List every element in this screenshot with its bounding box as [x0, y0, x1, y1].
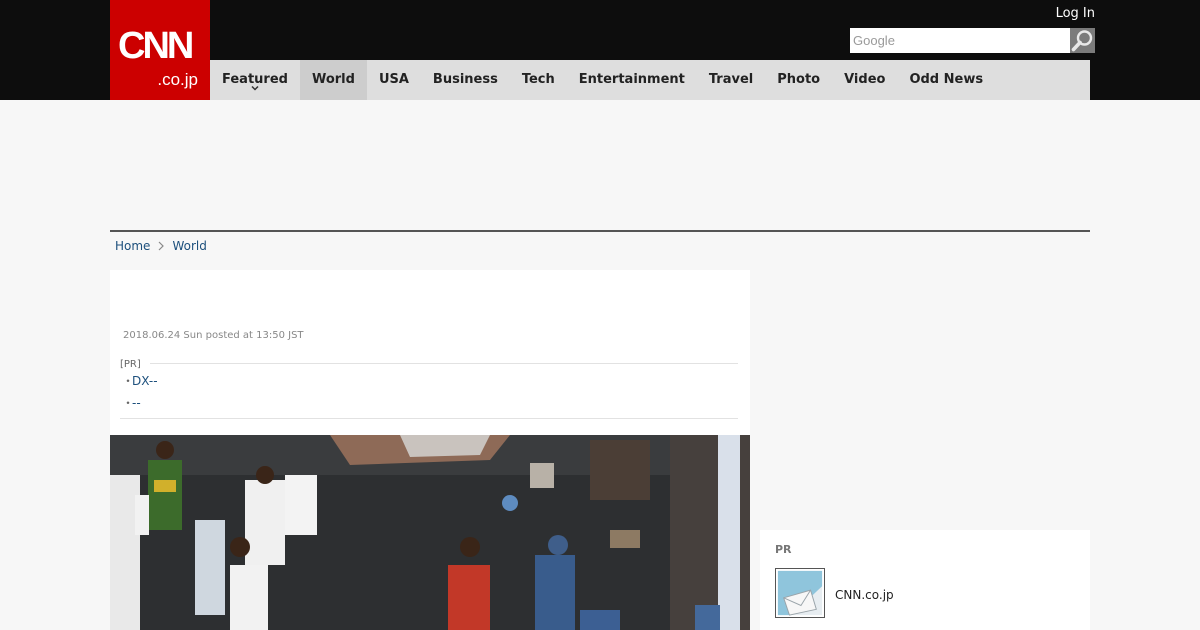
nav-item-label: Odd News	[909, 72, 984, 87]
nav-item-label: Business	[432, 72, 498, 87]
nav-entertainment[interactable]: Entertainment	[567, 60, 697, 100]
nav-video[interactable]: Video	[832, 60, 897, 100]
chevron-right-icon	[159, 241, 165, 251]
nav-photo[interactable]: Photo	[765, 60, 832, 100]
pr-link-list: ・ DX-- ・ --	[122, 373, 158, 417]
breadcrumb-home[interactable]: Home	[115, 238, 150, 254]
nav-item-label: USA	[378, 72, 409, 87]
article-card: 2018.06.24 Sun posted at 13:50 JST [PR] …	[110, 270, 750, 630]
nav-odd-news[interactable]: Odd News	[897, 60, 995, 100]
cnn-logo[interactable]: CNN .co.jp	[110, 0, 210, 100]
nav-business[interactable]: Business	[421, 60, 510, 100]
bullet: ・	[122, 396, 135, 410]
nav-item-label: World	[311, 72, 355, 87]
nav-item-label: Photo	[777, 72, 821, 87]
mail-thumbnail-icon[interactable]	[775, 568, 825, 618]
pr-label: [PR]	[120, 359, 141, 370]
nav-item-label: Tech	[521, 72, 555, 87]
nav-usa[interactable]: USA	[367, 60, 421, 100]
logo-domain: .co.jp	[157, 70, 198, 89]
search-input[interactable]	[850, 28, 1070, 53]
search-icon	[1071, 30, 1093, 52]
chevron-down-icon	[251, 85, 259, 91]
nav-item-label: Travel	[708, 72, 754, 87]
search-button[interactable]	[1070, 28, 1095, 53]
site-header: CNN .co.jp Log In Featured World USA Bus…	[0, 0, 1200, 100]
list-item: ・ --	[122, 395, 158, 417]
list-item: ・ DX--	[122, 373, 158, 395]
breadcrumb: Home World	[115, 238, 207, 254]
nav-item-label: Video	[844, 72, 886, 87]
pr-link[interactable]: DX--	[132, 373, 158, 395]
nav-featured[interactable]: Featured	[210, 60, 300, 100]
sidebar-pr-label: PR	[775, 543, 792, 556]
pr-divider	[150, 363, 738, 364]
nav-item-label: Entertainment	[578, 72, 685, 87]
nav-world[interactable]: World	[299, 60, 367, 100]
pr-link[interactable]: --	[132, 395, 141, 417]
section-divider	[110, 230, 1090, 232]
pr-divider	[120, 418, 738, 419]
nav-tech[interactable]: Tech	[510, 60, 567, 100]
nav-travel[interactable]: Travel	[697, 60, 765, 100]
ad-banner-area	[110, 100, 1090, 230]
sidebar-link[interactable]: CNN.co.jp	[835, 588, 894, 602]
sidebar-pr-card: PR CNN.co.jp	[760, 530, 1090, 630]
breadcrumb-world[interactable]: World	[172, 238, 206, 254]
logo-wordmark: CNN	[118, 25, 194, 67]
bullet: ・	[122, 374, 135, 388]
article-photo[interactable]	[110, 435, 750, 630]
main-nav: Featured World USA Business Tech Enterta…	[210, 60, 1090, 100]
article-date: 2018.06.24 Sun posted at 13:50 JST	[123, 330, 304, 341]
login-link[interactable]: Log In	[1056, 6, 1095, 22]
